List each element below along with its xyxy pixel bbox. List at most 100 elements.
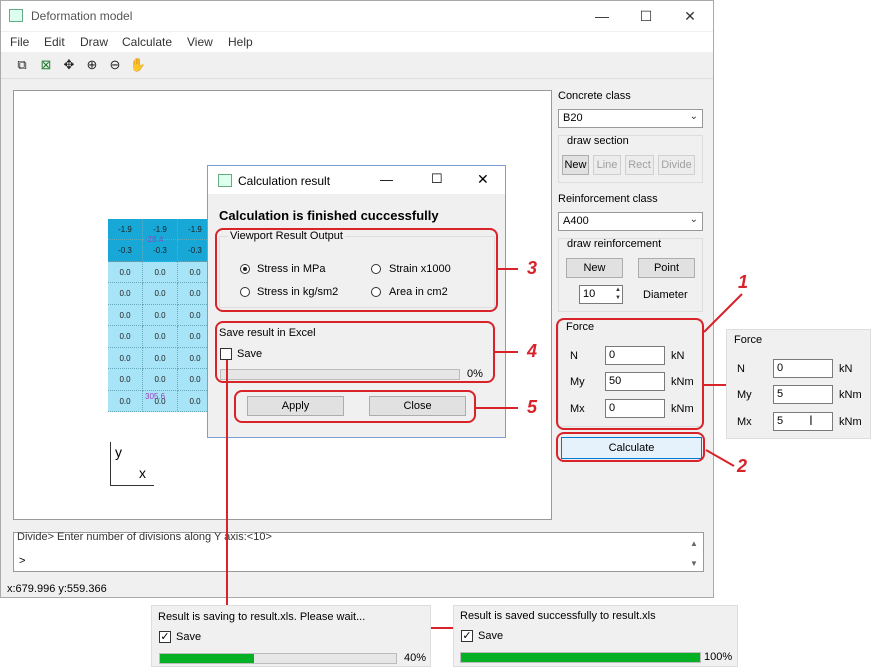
menu-bar: File Edit Draw Calculate View Help — [1, 32, 713, 52]
close-button[interactable]: ✕ — [668, 3, 712, 29]
title-bar: Deformation model — ☐ ✕ — [1, 1, 713, 31]
scroll-down-icon[interactable]: ▼ — [690, 559, 698, 568]
menu-draw[interactable]: Draw — [80, 35, 108, 49]
stress-grid: -1.9 -1.9 -1.9 -0.3 -0.3 -0.3 0.0 0.0 0.0 0.0 0.0 0… — [108, 219, 213, 412]
grid-cell: -1.9 — [108, 219, 143, 241]
menu-file[interactable]: File — [10, 35, 29, 49]
maximize-button[interactable]: ☐ — [624, 3, 668, 29]
saved-save-checkbox[interactable]: ✓ — [461, 630, 473, 642]
grid-cell: -0.3 — [108, 240, 143, 262]
concrete-class-value: B20 — [563, 112, 583, 124]
marker-bottom: 305.6 — [145, 392, 166, 401]
grid-cell: 0.0 — [108, 261, 143, 284]
app-icon — [9, 9, 23, 22]
saving-save-checkbox[interactable]: ✓ — [159, 631, 171, 643]
callout-box-5 — [234, 390, 476, 423]
grid-cell: 0.0 — [108, 347, 143, 370]
callout-box-2 — [556, 432, 705, 462]
window-title: Deformation model — [31, 9, 133, 23]
menu-edit[interactable]: Edit — [44, 35, 65, 49]
move-icon[interactable]: ✥ — [60, 56, 78, 74]
callout-lines-svg — [703, 293, 743, 467]
callout-4-connector — [495, 351, 518, 353]
callout-box-3 — [215, 228, 498, 312]
text-cursor-icon: I — [809, 412, 813, 428]
menu-help[interactable]: Help — [228, 35, 253, 49]
inset-n-unit: kN — [839, 363, 853, 375]
saved-save-label: Save — [478, 630, 504, 642]
reinforcement-point-button[interactable]: Point — [638, 258, 695, 278]
inset-my-input[interactable]: 5 — [773, 385, 833, 404]
x-axis-line — [110, 485, 154, 486]
menu-calculate[interactable]: Calculate — [122, 35, 172, 49]
saved-panel: Result is saved successfully to result.x… — [453, 605, 738, 667]
dialog-heading: Calculation is finished cuccessfully — [219, 208, 439, 223]
saved-message: Result is saved successfully to result.x… — [460, 610, 656, 622]
dialog-maximize-button[interactable]: ☐ — [431, 171, 443, 187]
grid-cell: 0.0 — [108, 283, 143, 305]
grid-cell: 0.0 — [143, 283, 178, 305]
x-axis-label: x — [139, 465, 146, 481]
grid-cell: 0.0 — [143, 326, 178, 348]
grid-cell: 0.0 — [143, 304, 178, 327]
zoom-out-icon[interactable]: ⊖ — [106, 56, 124, 74]
section-rect-button[interactable]: Rect — [625, 155, 654, 175]
inset-mx-input[interactable]: 5 — [773, 412, 833, 431]
saving-progress-fill — [160, 654, 255, 663]
console-line-1: Divide> Enter number of divisions along … — [17, 531, 272, 543]
zoom-in-icon[interactable]: ⊕ — [83, 56, 101, 74]
saved-progress-bar — [460, 652, 701, 663]
reinforcement-new-button[interactable]: New — [566, 258, 623, 278]
callout-number-1: 1 — [738, 272, 749, 292]
section-divide-button[interactable]: Divide — [658, 155, 695, 175]
excel-icon[interactable]: ⊠ — [37, 56, 55, 74]
callout-3-connector — [498, 268, 518, 270]
minimize-button[interactable]: — — [580, 3, 624, 29]
grid-cell: 0.0 — [108, 390, 143, 412]
dialog-app-icon — [218, 174, 232, 187]
saving-panel: Result is saving to result.xls. Please w… — [151, 605, 431, 667]
saved-progress-text: 100% — [704, 651, 733, 663]
y-axis-line — [110, 442, 111, 486]
concrete-class-select[interactable]: B20 ⌄ — [558, 109, 703, 128]
section-line-button[interactable]: Line — [593, 155, 621, 175]
grid-cell: 0.0 — [143, 369, 178, 391]
reinforcement-class-select[interactable]: A400 ⌄ — [558, 212, 703, 231]
callout-box-4 — [215, 321, 495, 383]
callout-5-connector — [476, 407, 518, 409]
console-prompt: > — [19, 555, 26, 567]
diameter-label: Diameter — [643, 289, 688, 301]
grid-cell: 0.0 — [108, 304, 143, 327]
chevron-down-icon: ⌄ — [689, 214, 698, 225]
chevron-down-icon: ⌄ — [689, 111, 698, 122]
saved-progress-fill — [461, 653, 700, 662]
toolbar: ⧉ ⊠ ✥ ⊕ ⊖ ✋ — [1, 52, 713, 79]
dialog-close-button[interactable]: ✕ — [477, 171, 489, 188]
pan-hand-icon[interactable]: ✋ — [129, 56, 147, 74]
diameter-spinner[interactable]: 10 ▲ ▼ — [579, 285, 623, 304]
reinforcement-class-value: A400 — [563, 215, 589, 227]
command-console[interactable]: Divide> Enter number of divisions along … — [13, 531, 704, 572]
menu-view[interactable]: View — [187, 35, 213, 49]
section-new-button[interactable]: New — [562, 155, 589, 175]
inset-my-unit: kNm — [839, 389, 862, 401]
scroll-up-icon[interactable]: ▲ — [690, 539, 698, 548]
panels-connector — [431, 627, 453, 629]
grid-cell: 0.0 — [143, 347, 178, 370]
dialog-minimize-button[interactable]: — — [380, 172, 393, 187]
spinner-arrows-icon[interactable]: ▲ ▼ — [615, 286, 621, 302]
callout-number-2: 2 — [737, 456, 748, 476]
copy-icon[interactable]: ⧉ — [13, 56, 31, 74]
inset-n-input[interactable]: 0 — [773, 359, 833, 378]
saving-save-label: Save — [176, 631, 202, 643]
draw-section-label: draw section — [567, 135, 629, 147]
callout-number-5: 5 — [527, 397, 538, 417]
reinforcement-class-label: Reinforcement class — [558, 193, 658, 205]
y-axis-label: y — [115, 444, 122, 460]
grid-cell: 0.0 — [108, 326, 143, 348]
status-coordinates: x:679.996 y:559.366 — [7, 583, 107, 595]
grid-cell: 0.0 — [143, 261, 178, 284]
concrete-class-label: Concrete class — [558, 90, 631, 102]
saving-progress-bar — [159, 653, 397, 664]
dialog-title: Calculation result — [238, 174, 331, 188]
